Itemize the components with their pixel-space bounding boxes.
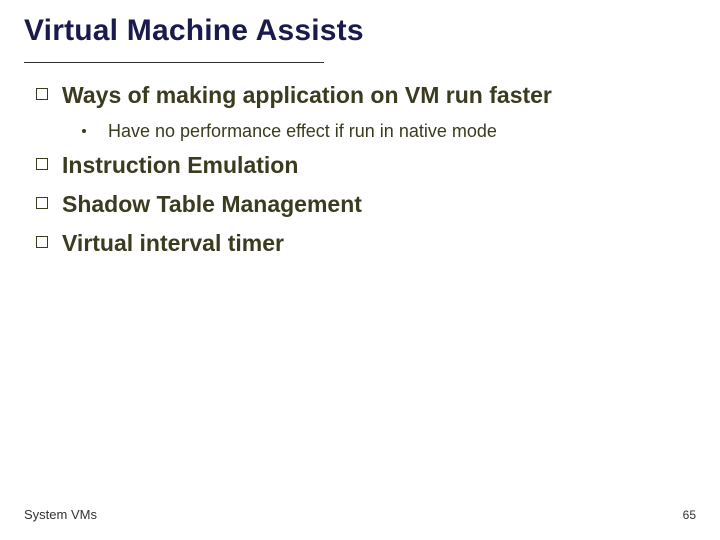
list-item-text: Virtual interval timer [62,229,284,258]
slide: Virtual Machine Assists Ways of making a… [0,0,720,540]
square-bullet-icon [36,236,48,248]
list-item: Virtual interval timer [36,229,696,258]
square-bullet-icon [36,197,48,209]
page-number: 65 [683,508,696,522]
slide-footer: System VMs 65 [24,507,696,522]
sub-bullet-list: Have no performance effect if run in nat… [82,120,696,143]
square-bullet-icon [36,88,48,100]
sub-list-item: Have no performance effect if run in nat… [82,120,696,143]
list-item: Instruction Emulation [36,151,696,180]
dot-bullet-icon [82,129,86,133]
list-item-text: Instruction Emulation [62,151,298,180]
slide-title: Virtual Machine Assists [24,14,696,58]
sub-list-item-text: Have no performance effect if run in nat… [108,120,497,143]
footer-left-text: System VMs [24,507,97,522]
list-item-text: Shadow Table Management [62,190,362,219]
bullet-list: Ways of making application on VM run fas… [36,81,696,257]
square-bullet-icon [36,158,48,170]
title-underline [24,62,324,63]
list-item-text: Ways of making application on VM run fas… [62,81,552,110]
list-item: Shadow Table Management [36,190,696,219]
slide-content: Ways of making application on VM run fas… [24,81,696,257]
list-item: Ways of making application on VM run fas… [36,81,696,110]
